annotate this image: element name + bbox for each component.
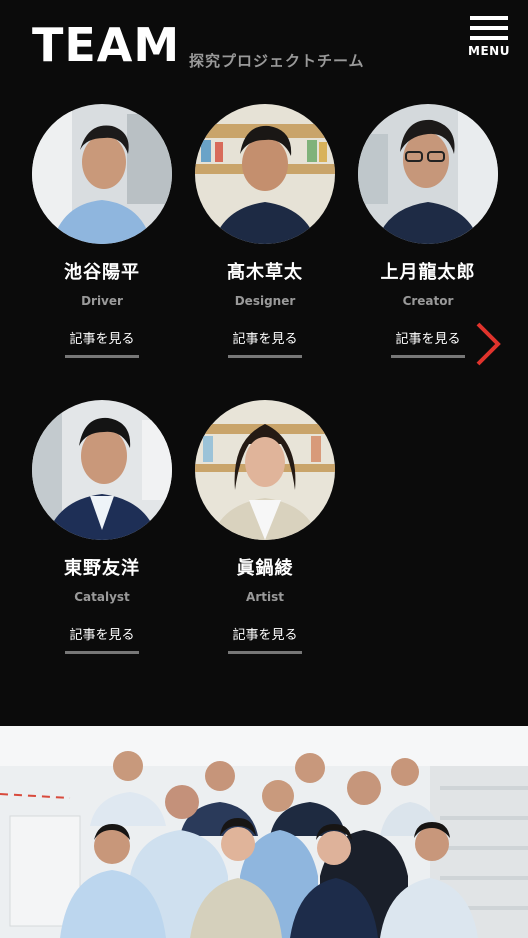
member-photo[interactable] xyxy=(195,400,335,540)
member-name: 眞鍋綾 xyxy=(236,558,294,579)
member-name: 髙木草太 xyxy=(227,262,303,283)
member-role: Catalyst xyxy=(74,590,130,604)
member-photo[interactable] xyxy=(32,400,172,540)
member-name: 上月龍太郎 xyxy=(380,262,476,283)
next-page-button[interactable] xyxy=(472,320,504,368)
hamburger-icon xyxy=(470,16,508,20)
member-photo[interactable] xyxy=(358,104,498,244)
member-card: 池谷陽平 Driver 記事を見る xyxy=(27,104,177,358)
member-role: Driver xyxy=(81,294,123,308)
member-role: Creator xyxy=(402,294,454,308)
team-logo[interactable]: TEAM xyxy=(32,22,180,68)
read-article-link[interactable]: 記事を見る xyxy=(65,624,139,654)
menu-label: MENU xyxy=(468,44,510,58)
member-photo[interactable] xyxy=(32,104,172,244)
site-header: TEAM 探究プロジェクトチーム MENU xyxy=(0,0,528,90)
read-article-link[interactable]: 記事を見る xyxy=(65,328,139,358)
menu-button[interactable]: MENU xyxy=(468,16,510,60)
member-photo[interactable] xyxy=(195,104,335,244)
read-article-link[interactable]: 記事を見る xyxy=(228,624,302,654)
member-card: 眞鍋綾 Artist 記事を見る xyxy=(190,400,340,654)
member-name: 池谷陽平 xyxy=(64,262,140,283)
hamburger-icon-bar xyxy=(470,26,508,30)
member-role: Artist xyxy=(246,590,284,604)
team-group-photo xyxy=(0,726,528,938)
member-card: 髙木草太 Designer 記事を見る xyxy=(190,104,340,358)
member-name: 東野友洋 xyxy=(64,558,140,579)
read-article-link[interactable]: 記事を見る xyxy=(391,328,465,358)
team-subtitle: 探究プロジェクトチーム xyxy=(189,52,365,70)
chevron-right-icon xyxy=(476,322,501,366)
read-article-link[interactable]: 記事を見る xyxy=(228,328,302,358)
hamburger-icon-bar xyxy=(470,36,508,40)
member-card: 東野友洋 Catalyst 記事を見る xyxy=(27,400,177,654)
member-role: Designer xyxy=(234,294,296,308)
